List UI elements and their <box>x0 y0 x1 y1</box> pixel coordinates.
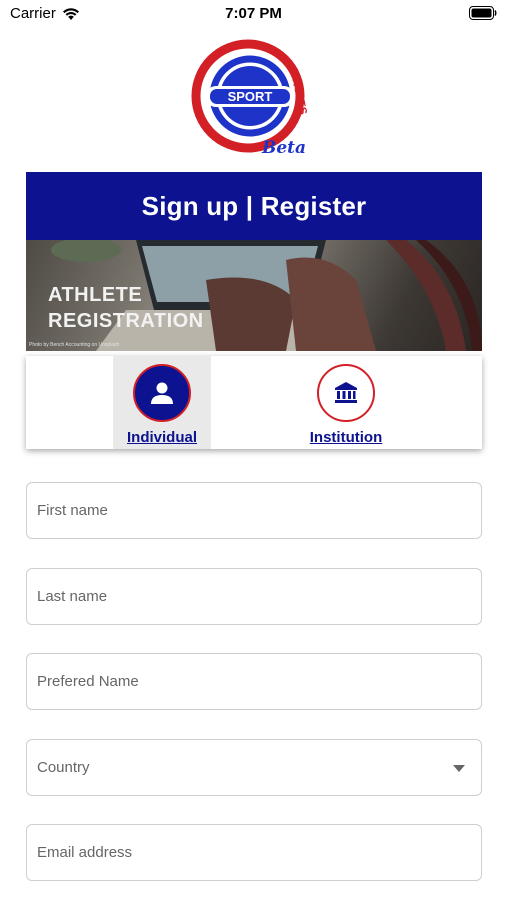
institution-icon-circle <box>317 364 375 422</box>
first-name-input[interactable] <box>37 502 481 519</box>
individual-label: Individual <box>126 429 197 446</box>
banner-title: ATHLETE REGISTRATION <box>48 282 204 334</box>
account-type-selector: Individual Institution <box>26 356 482 449</box>
email-input[interactable] <box>37 844 481 861</box>
chevron-down-icon[interactable] <box>453 765 465 772</box>
athlete-registration-banner: ATHLETE REGISTRATION Photo by Bench Acco… <box>26 240 482 351</box>
preferred-name-input[interactable] <box>37 673 481 690</box>
sport-circles-logo: SPORT CIRCLES Beta <box>191 39 309 158</box>
country-select[interactable] <box>26 739 482 796</box>
individual-icon-circle <box>133 364 191 422</box>
status-right <box>469 6 497 25</box>
status-time: 7:07 PM <box>225 5 282 22</box>
institution-label: Institution <box>309 429 383 446</box>
country-input[interactable] <box>37 759 481 776</box>
institution-option[interactable]: Institution <box>296 356 396 449</box>
last-name-field[interactable] <box>26 568 482 625</box>
status-bar: Carrier 7:07 PM <box>0 0 507 30</box>
logo-sport-text: SPORT <box>228 89 273 104</box>
last-name-input[interactable] <box>37 588 481 605</box>
banner-title-line2: REGISTRATION <box>48 310 204 332</box>
first-name-field[interactable] <box>26 482 482 539</box>
header-bar: Sign up | Register <box>26 172 482 240</box>
photo-credit: Photo by Bench Accounting on Unsplash <box>29 342 120 348</box>
logo-beta-text: Beta <box>261 138 306 158</box>
institution-icon <box>335 382 357 403</box>
battery-icon <box>469 6 497 20</box>
preferred-name-field[interactable] <box>26 653 482 710</box>
banner-title-line1: ATHLETE <box>48 284 143 306</box>
person-icon <box>151 382 173 404</box>
individual-option[interactable]: Individual <box>113 356 211 449</box>
email-field[interactable] <box>26 824 482 881</box>
page-title: Sign up | Register <box>141 190 367 221</box>
